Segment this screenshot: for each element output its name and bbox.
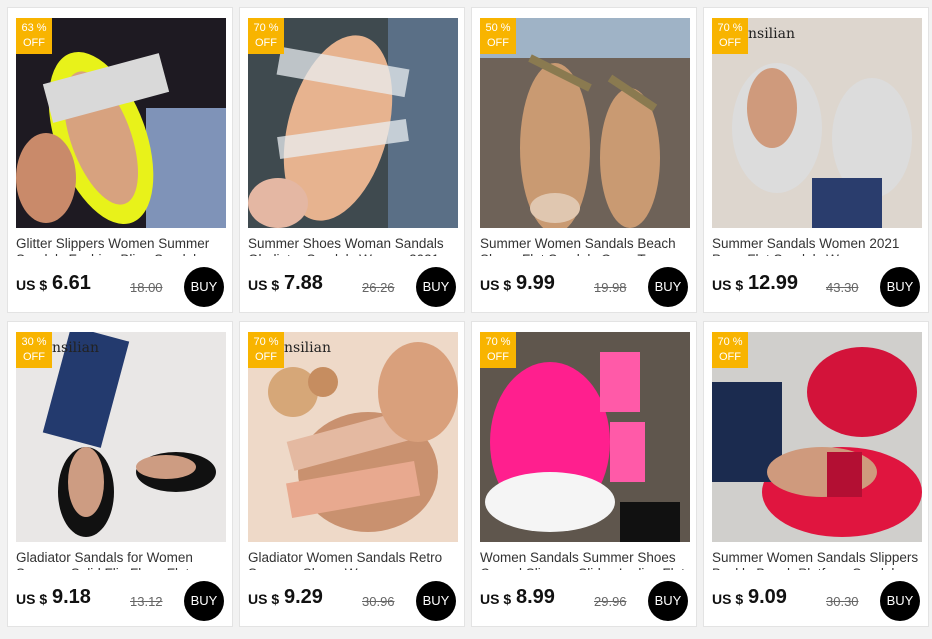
product-card[interactable]: 70 % OFF Women Sandals Summer Shoes Casu… xyxy=(471,321,697,627)
discount-off-label: OFF xyxy=(719,351,741,363)
price: 9.18 xyxy=(52,586,91,608)
discount-off-label: OFF xyxy=(487,351,509,363)
discount-off-label: OFF xyxy=(719,37,741,49)
buy-button[interactable]: BUY xyxy=(184,581,224,621)
product-title[interactable]: Summer Women Sandals Slippers Buckle Bea… xyxy=(712,550,924,570)
product-title[interactable]: Summer Women Sandals Beach Shoes Flat Sa… xyxy=(480,236,692,256)
currency-label: US $ xyxy=(480,591,512,607)
product-image[interactable]: 70 % OFF xyxy=(248,18,458,228)
currency-label: US $ xyxy=(248,591,280,607)
buy-button[interactable]: BUY xyxy=(648,267,688,307)
discount-badge: 30 % OFF xyxy=(16,332,52,368)
product-card[interactable]: 63 % OFF Glitter Slippers Women Summer S… xyxy=(7,7,233,313)
discount-percent: 70 % xyxy=(717,22,743,34)
watermark-text: nsilian xyxy=(284,340,331,356)
product-card[interactable]: 30 % OFF nsilian Gladiator Sandals for W… xyxy=(7,321,233,627)
product-image[interactable]: 63 % OFF xyxy=(16,18,226,228)
original-price: 26.26 xyxy=(362,280,395,295)
discount-badge: 50 % OFF xyxy=(480,18,516,54)
discount-percent: 50 % xyxy=(485,22,511,34)
price: 8.99 xyxy=(516,586,555,608)
discount-percent: 70 % xyxy=(717,336,743,348)
discount-badge: 70 % OFF xyxy=(712,18,748,54)
product-title[interactable]: Summer Sandals Women 2021 Peep Flat Sand… xyxy=(712,236,924,256)
discount-off-label: OFF xyxy=(23,351,45,363)
product-image[interactable]: 70 % OFF xyxy=(712,332,922,542)
buy-button[interactable]: BUY xyxy=(880,267,920,307)
discount-badge: 70 % OFF xyxy=(712,332,748,368)
currency-label: US $ xyxy=(248,277,280,293)
discount-badge: 70 % OFF xyxy=(248,18,284,54)
original-price: 19.98 xyxy=(594,280,627,295)
product-card[interactable]: 70 % OFF Summer Women Sandals Slippers B… xyxy=(703,321,929,627)
watermark-text: nsilian xyxy=(52,340,99,356)
buy-button[interactable]: BUY xyxy=(416,267,456,307)
discount-off-label: OFF xyxy=(23,37,45,49)
buy-button[interactable]: BUY xyxy=(416,581,456,621)
buy-button[interactable]: BUY xyxy=(880,581,920,621)
price: 9.09 xyxy=(748,586,787,608)
currency-label: US $ xyxy=(712,277,744,293)
original-price: 43.30 xyxy=(826,280,859,295)
buy-button[interactable]: BUY xyxy=(184,267,224,307)
discount-percent: 30 % xyxy=(21,336,47,348)
product-card[interactable]: 70 % OFF Summer Shoes Woman Sandals Glad… xyxy=(239,7,465,313)
product-card[interactable]: 70 % OFF nsilian Summer Sandals Women 20… xyxy=(703,7,929,313)
original-price: 18.00 xyxy=(130,280,163,295)
price: 6.61 xyxy=(52,272,91,294)
price: 9.29 xyxy=(284,586,323,608)
product-image[interactable]: 50 % OFF xyxy=(480,18,690,228)
product-card[interactable]: 50 % OFF Summer Women Sandals Beach Shoe… xyxy=(471,7,697,313)
buy-button[interactable]: BUY xyxy=(648,581,688,621)
currency-label: US $ xyxy=(480,277,512,293)
product-image[interactable]: 70 % OFF xyxy=(480,332,690,542)
currency-label: US $ xyxy=(16,277,48,293)
product-title[interactable]: Gladiator Sandals for Women Summer Solid… xyxy=(16,550,228,570)
original-price: 30.30 xyxy=(826,594,859,609)
product-title[interactable]: Glitter Slippers Women Summer Sandals Fa… xyxy=(16,236,228,256)
discount-off-label: OFF xyxy=(255,37,277,49)
currency-label: US $ xyxy=(712,591,744,607)
product-title[interactable]: Gladiator Women Sandals Retro Summer Sho… xyxy=(248,550,460,570)
discount-badge: 70 % OFF xyxy=(248,332,284,368)
product-image[interactable]: 70 % OFF nsilian xyxy=(712,18,922,228)
product-title[interactable]: Women Sandals Summer Shoes Casual Slippe… xyxy=(480,550,692,570)
price: 7.88 xyxy=(284,272,323,294)
discount-percent: 63 % xyxy=(21,22,47,34)
product-image[interactable]: 30 % OFF nsilian xyxy=(16,332,226,542)
original-price: 29.96 xyxy=(594,594,627,609)
discount-percent: 70 % xyxy=(485,336,511,348)
product-image[interactable]: 70 % OFF nsilian xyxy=(248,332,458,542)
product-card[interactable]: 70 % OFF nsilian Gladiator Women Sandals… xyxy=(239,321,465,627)
product-title[interactable]: Summer Shoes Woman Sandals Gladiator San… xyxy=(248,236,460,256)
discount-percent: 70 % xyxy=(253,336,279,348)
discount-percent: 70 % xyxy=(253,22,279,34)
discount-off-label: OFF xyxy=(255,351,277,363)
discount-badge: 63 % OFF xyxy=(16,18,52,54)
price: 12.99 xyxy=(748,272,799,294)
original-price: 13.12 xyxy=(130,594,163,609)
original-price: 30.96 xyxy=(362,594,395,609)
watermark-text: nsilian xyxy=(748,26,795,42)
discount-off-label: OFF xyxy=(487,37,509,49)
discount-badge: 70 % OFF xyxy=(480,332,516,368)
currency-label: US $ xyxy=(16,591,48,607)
price: 9.99 xyxy=(516,272,555,294)
